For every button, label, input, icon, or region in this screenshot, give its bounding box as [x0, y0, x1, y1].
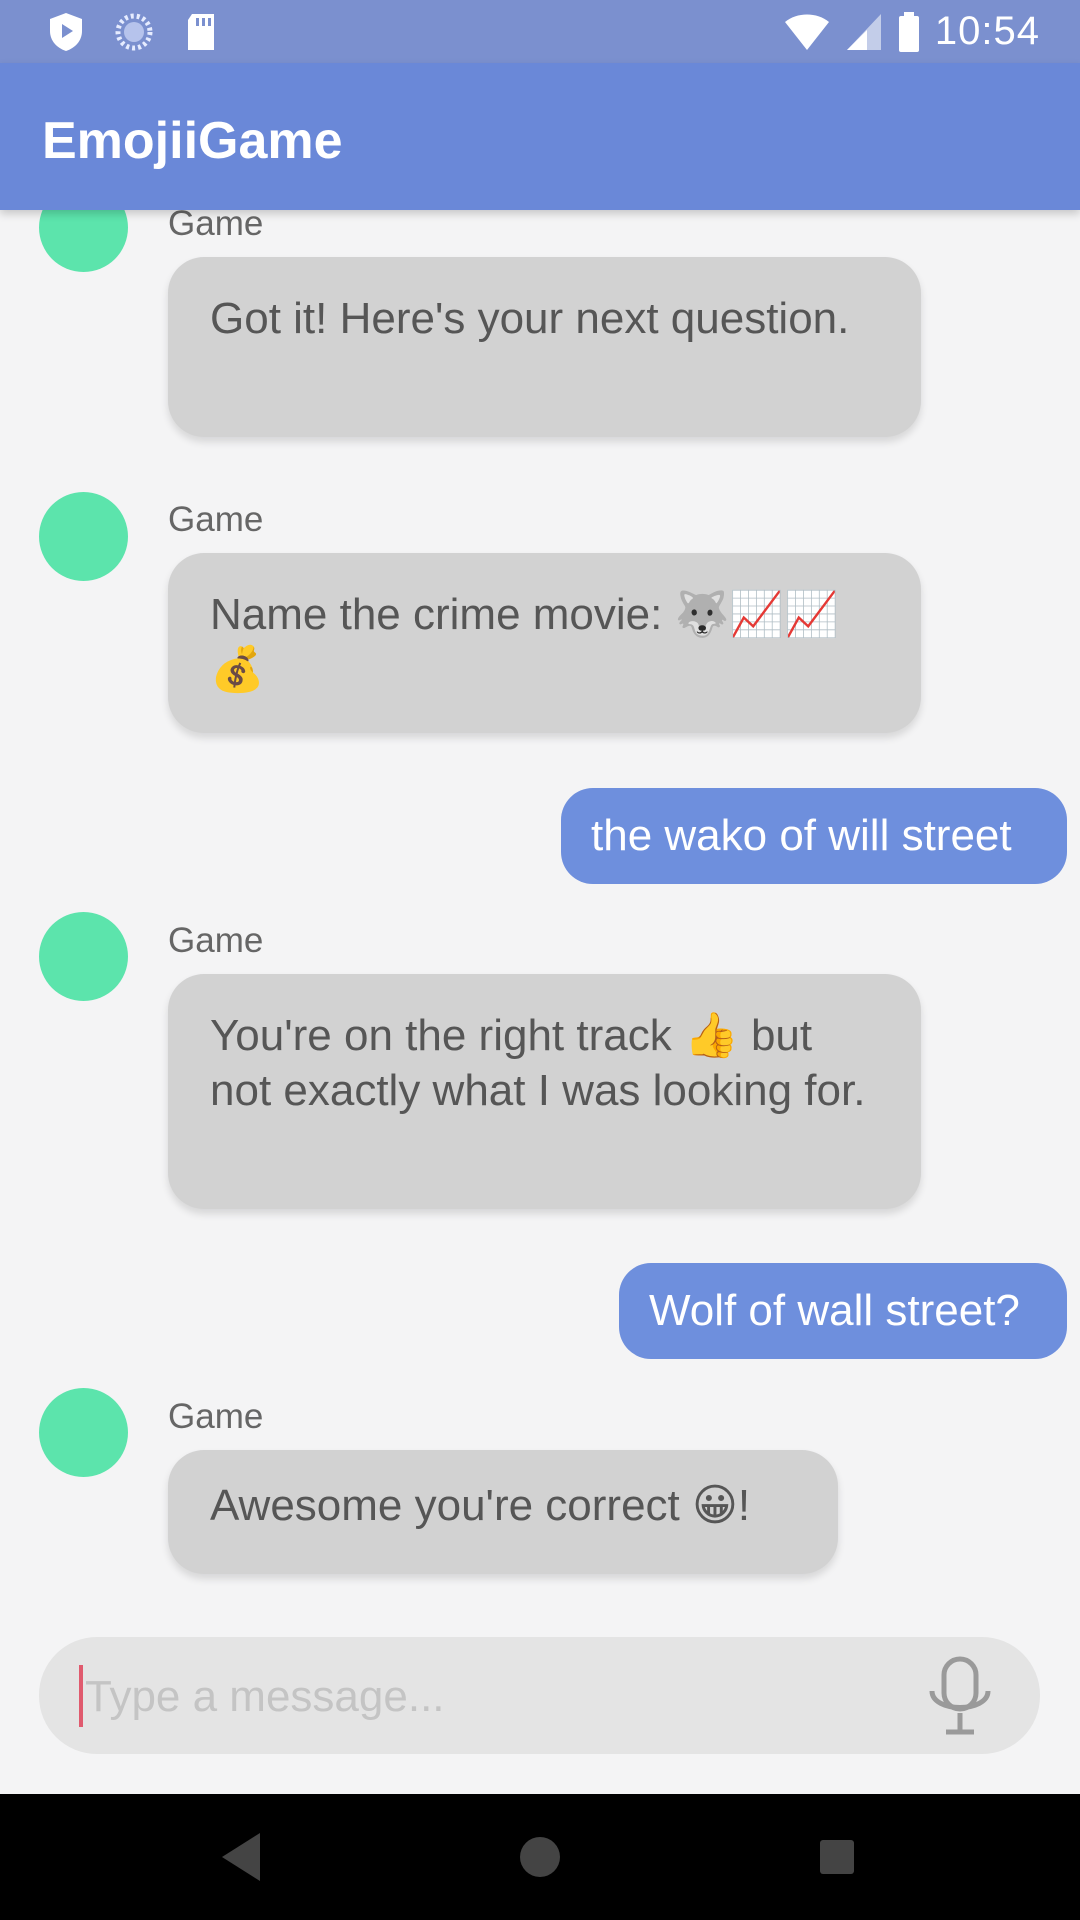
message-composer	[39, 1637, 1040, 1756]
shield-play-icon	[50, 12, 82, 51]
sender-name: Game	[168, 1397, 264, 1436]
incoming-message: Name the crime movie: 🐺📈📈💰	[168, 553, 921, 733]
incoming-message: Awesome you're correct 😀!	[168, 1450, 838, 1574]
navigation-bar	[0, 1794, 1080, 1920]
avatar	[39, 912, 128, 1001]
sd-card-icon	[188, 13, 214, 50]
avatar	[39, 1388, 128, 1477]
sender-name: Game	[168, 500, 264, 539]
avatar	[39, 210, 128, 272]
outgoing-message: the wako of will street	[561, 788, 1067, 884]
recents-icon[interactable]	[807, 1827, 867, 1887]
battery-icon	[898, 11, 919, 52]
app-bar: EmojiiGame	[0, 63, 1080, 210]
mic-icon[interactable]	[920, 1655, 1000, 1737]
incoming-message: You're on the right track 👍 but not exac…	[168, 974, 921, 1209]
status-time: 10:54	[934, 9, 1040, 53]
loading-circle-icon	[115, 13, 153, 50]
wifi-icon	[784, 14, 829, 50]
sender-name: Game	[168, 921, 264, 960]
sender-name: Game	[168, 210, 264, 243]
avatar	[39, 492, 128, 581]
cell-signal-icon	[846, 13, 881, 50]
back-icon[interactable]	[212, 1827, 272, 1887]
outgoing-message: Wolf of wall street?	[619, 1263, 1067, 1359]
message-input[interactable]	[83, 1637, 907, 1756]
incoming-message: Got it! Here's your next question.	[168, 257, 921, 437]
status-bar: 10:54	[0, 0, 1080, 63]
chat-list[interactable]: Game Got it! Here's your next question. …	[0, 210, 1080, 1610]
app-title: EmojiiGame	[42, 112, 343, 170]
home-icon[interactable]	[510, 1827, 570, 1887]
